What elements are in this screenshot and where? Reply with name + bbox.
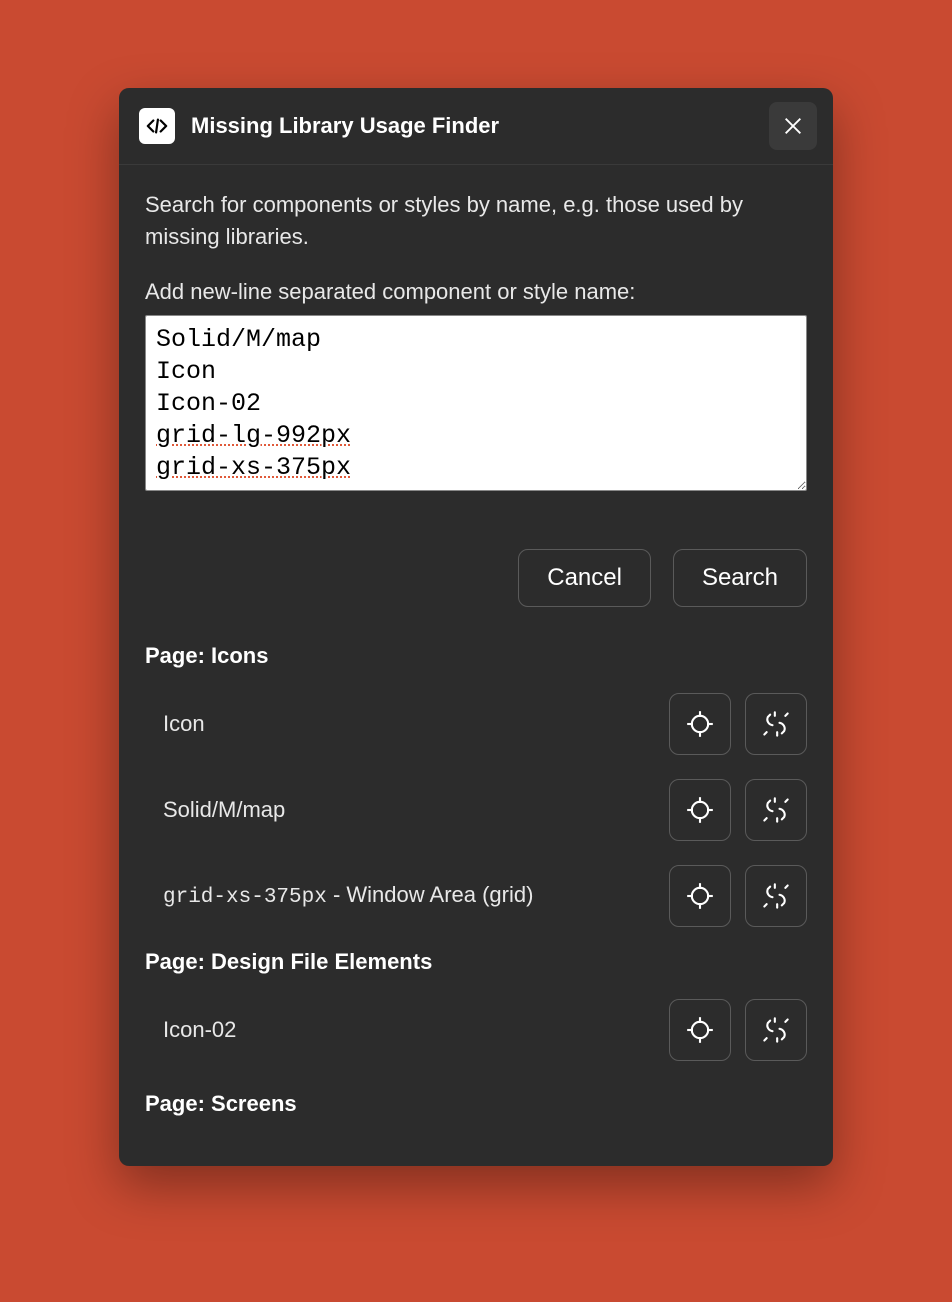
results-container: Page: Icons Icon Solid/M/map grid-xs-375px … bbox=[145, 643, 807, 1117]
locate-button[interactable] bbox=[669, 999, 731, 1061]
page-heading: Page: Design File Elements bbox=[145, 949, 807, 975]
result-label: Solid/M/map bbox=[163, 797, 655, 823]
unlink-icon bbox=[762, 882, 790, 910]
names-textarea[interactable]: Solid/M/mapIconIcon-02grid-lg-992pxgrid-… bbox=[145, 315, 807, 491]
result-row: Icon bbox=[145, 681, 807, 767]
result-label: Icon-02 bbox=[163, 1017, 655, 1043]
detach-button[interactable] bbox=[745, 865, 807, 927]
result-row: Icon-02 bbox=[145, 987, 807, 1073]
detach-button[interactable] bbox=[745, 999, 807, 1061]
unlink-icon bbox=[762, 710, 790, 738]
description-text: Search for components or styles by name,… bbox=[145, 189, 807, 253]
close-button[interactable] bbox=[769, 102, 817, 150]
page-heading: Page: Icons bbox=[145, 643, 807, 669]
search-button[interactable]: Search bbox=[673, 549, 807, 607]
code-icon bbox=[146, 115, 168, 137]
locate-button[interactable] bbox=[669, 865, 731, 927]
titlebar: Missing Library Usage Finder bbox=[119, 88, 833, 165]
panel-body: Search for components or styles by name,… bbox=[119, 165, 833, 1166]
result-row: grid-xs-375px - Window Area (grid) bbox=[145, 853, 807, 939]
target-icon bbox=[686, 796, 714, 824]
unlink-icon bbox=[762, 1016, 790, 1044]
result-label: grid-xs-375px - Window Area (grid) bbox=[163, 882, 655, 909]
close-icon bbox=[782, 115, 804, 137]
target-icon bbox=[686, 1016, 714, 1044]
button-row: Cancel Search bbox=[145, 549, 807, 607]
cancel-button[interactable]: Cancel bbox=[518, 549, 651, 607]
detach-button[interactable] bbox=[745, 693, 807, 755]
locate-button[interactable] bbox=[669, 779, 731, 841]
target-icon bbox=[686, 710, 714, 738]
result-label: Icon bbox=[163, 711, 655, 737]
plugin-panel: Missing Library Usage Finder Search for … bbox=[119, 88, 833, 1166]
panel-title: Missing Library Usage Finder bbox=[191, 113, 769, 139]
unlink-icon bbox=[762, 796, 790, 824]
target-icon bbox=[686, 882, 714, 910]
result-row: Solid/M/map bbox=[145, 767, 807, 853]
locate-button[interactable] bbox=[669, 693, 731, 755]
detach-button[interactable] bbox=[745, 779, 807, 841]
app-icon bbox=[139, 108, 175, 144]
page-heading: Page: Screens bbox=[145, 1091, 807, 1117]
input-label: Add new-line separated component or styl… bbox=[145, 279, 807, 305]
